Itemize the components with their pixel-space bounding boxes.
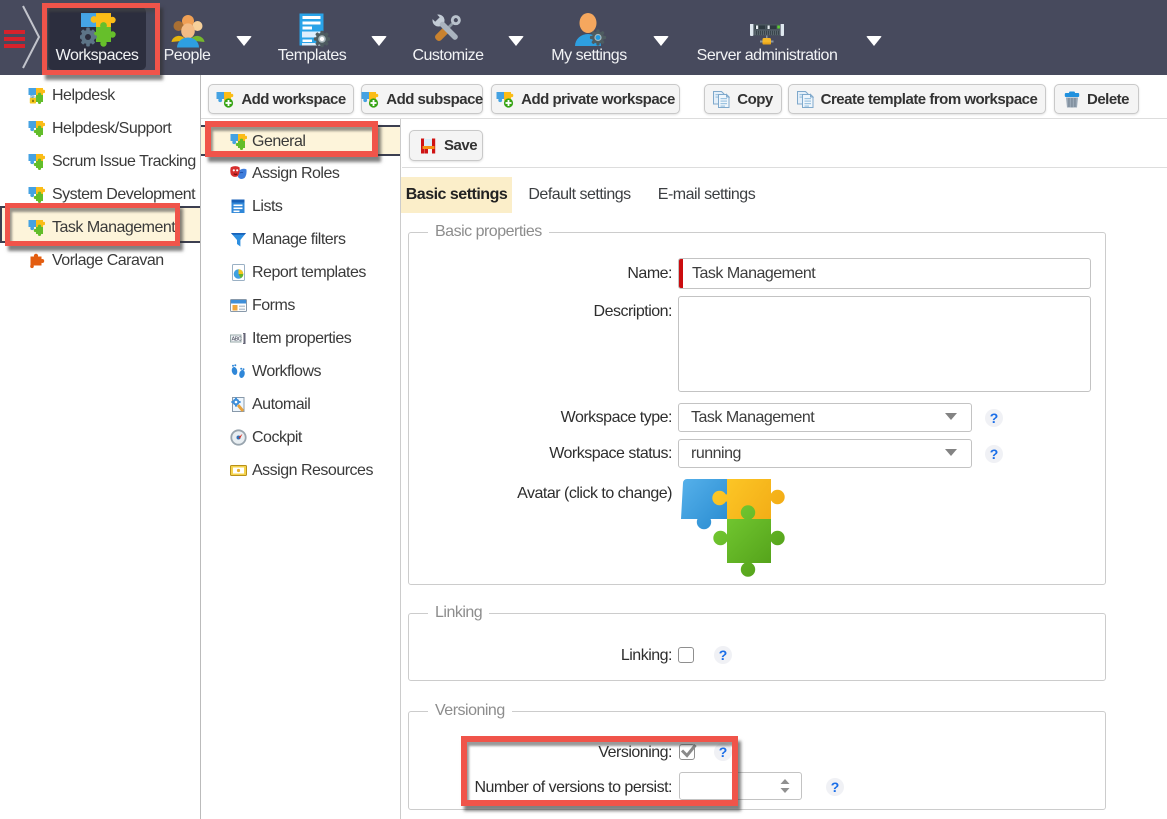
svg-text:ABC: ABC — [232, 337, 242, 343]
